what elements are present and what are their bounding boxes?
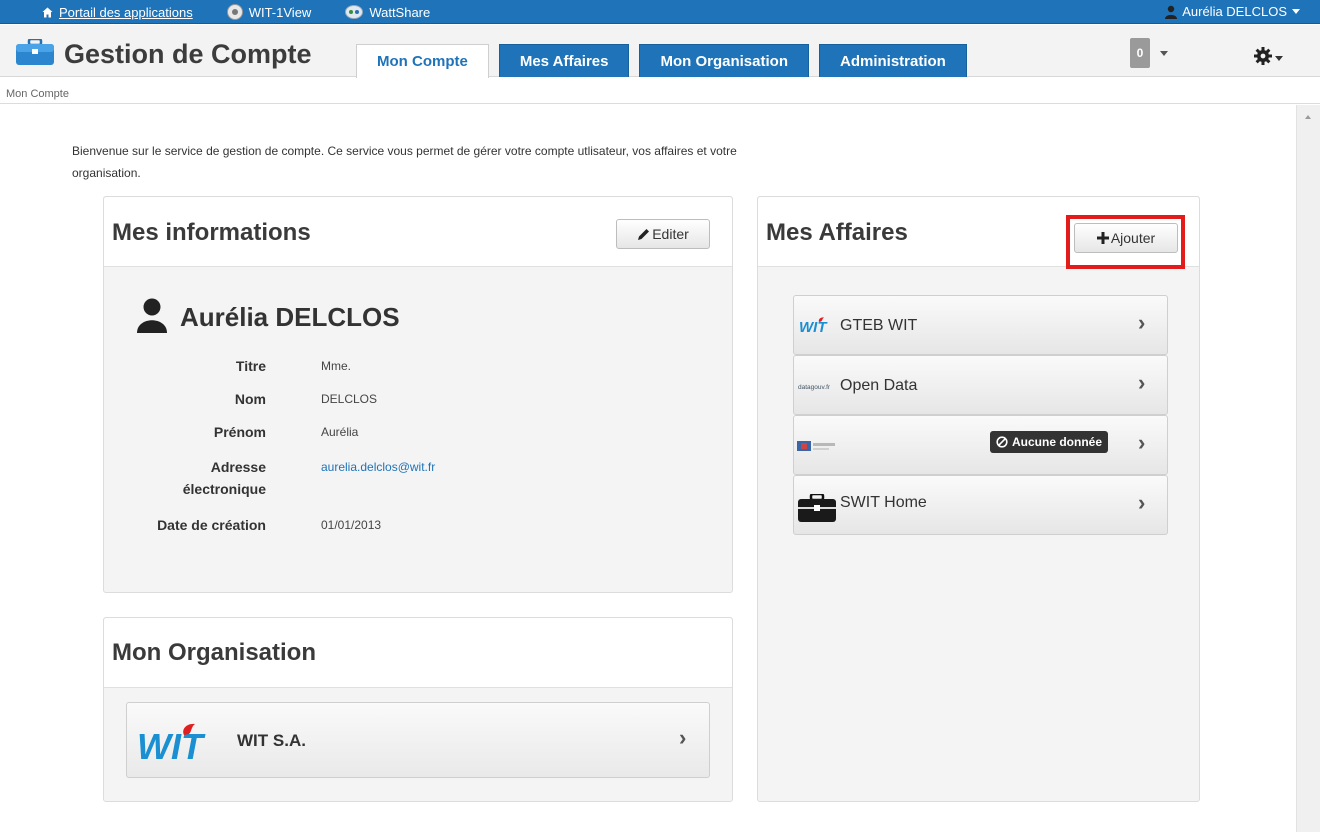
affaire-label: SWIT Home — [840, 494, 927, 511]
edit-button[interactable]: Editer — [616, 219, 710, 249]
chevron-right-icon: › — [1138, 310, 1146, 335]
no-data-badge: Aucune donnée — [990, 431, 1109, 453]
wit1view-label: WIT-1View — [248, 4, 312, 20]
ban-icon — [996, 436, 1008, 448]
field-value: Aurélia — [321, 425, 359, 439]
tab-administration[interactable]: Administration — [818, 44, 967, 77]
page-title: Gestion de Compte — [64, 39, 312, 69]
affaire-label: Open Data — [840, 377, 918, 394]
header: Gestion de Compte Mon Compte Mes Affaire… — [0, 25, 1320, 78]
main-tabs: Mon Compte Mes Affaires Mon Organisation… — [356, 44, 967, 78]
wit-logo-icon: WIT — [799, 316, 839, 339]
user-icon — [1164, 5, 1178, 19]
wit-logo-text: WIT — [799, 319, 828, 334]
organisation-name: WIT S.A. — [237, 731, 306, 750]
intro-text: Bienvenue sur le service de gestion de c… — [72, 144, 737, 180]
briefcase-icon — [798, 492, 836, 527]
panel-header: Mes informations Editer — [104, 197, 732, 267]
edit-button-label: Editer — [652, 226, 689, 242]
wattshare-link[interactable]: WattShare — [345, 5, 430, 20]
chevron-down-icon — [1275, 56, 1283, 61]
no-data-badge-label: Aucune donnée — [1012, 435, 1103, 449]
app-title: Gestion de Compte — [16, 37, 312, 70]
email-link[interactable]: aurelia.delclos@wit.fr — [321, 456, 435, 478]
user-name: Aurélia DELCLOS — [1182, 4, 1287, 19]
tab-mes-affaires[interactable]: Mes Affaires — [498, 44, 630, 77]
affaire-item-open-data[interactable]: datagouv.fr Open Data › — [793, 355, 1168, 415]
portal-link[interactable]: Portail des applications — [42, 5, 193, 20]
scroll-up-arrow-icon[interactable] — [1305, 115, 1311, 119]
field-label-line1: Adresse — [210, 459, 266, 475]
breadcrumb-bar: Mon Compte — [0, 78, 1320, 104]
field-value: DELCLOS — [321, 392, 378, 406]
datagouv-logo-text: datagouv.fr — [798, 384, 831, 391]
affaire-label: GTEB WIT — [840, 317, 918, 334]
chevron-down-icon — [1160, 50, 1168, 56]
wattshare-label: WattShare — [369, 4, 431, 20]
organisation-item[interactable]: WIT WIT S.A. › — [126, 702, 710, 778]
tab-mon-organisation[interactable]: Mon Organisation — [639, 44, 809, 77]
panel-header: Mes Affaires Ajouter — [758, 197, 1199, 267]
add-button-label: Ajouter — [1110, 230, 1156, 246]
mes-informations-title: Mes informations — [112, 219, 311, 246]
institution-logo-icon — [797, 439, 837, 458]
chevron-right-icon: › — [1138, 490, 1146, 515]
field-label-line2: électronique — [182, 481, 266, 497]
tab-mon-compte[interactable]: Mon Compte — [356, 44, 489, 78]
field-label: Adresse électronique — [66, 456, 266, 500]
wattshare-icon — [345, 5, 364, 19]
top-app-bar: Portail des applications WIT-1View WattS… — [0, 0, 1320, 24]
chevron-down-icon — [1292, 9, 1300, 14]
plus-icon — [1096, 232, 1109, 244]
mes-affaires-title: Mes Affaires — [766, 219, 908, 246]
mon-organisation-panel: Mon Organisation WIT WIT S.A. › — [103, 617, 733, 802]
notification-count: 0 — [1130, 38, 1150, 68]
user-icon — [136, 297, 168, 338]
scrollbar[interactable] — [1296, 105, 1320, 832]
field-label: Date de création — [157, 517, 266, 533]
mes-informations-panel: Mes informations Editer Aurélia DELCLOS … — [103, 196, 733, 593]
person-header: Aurélia DELCLOS — [136, 297, 400, 338]
user-menu[interactable]: Aurélia DELCLOS — [1164, 4, 1300, 19]
briefcase-icon — [16, 37, 54, 70]
wit1view-icon — [226, 4, 243, 20]
field-value: 01/01/2013 — [321, 518, 382, 532]
field-label: Prénom — [213, 424, 266, 440]
settings-menu[interactable] — [1254, 47, 1283, 70]
portal-link-label: Portail des applications — [59, 4, 193, 20]
field-value: Mme. — [321, 359, 351, 373]
add-affaire-button[interactable]: Ajouter — [1074, 223, 1178, 253]
affaire-item-swit-home[interactable]: SWIT Home › — [793, 475, 1168, 535]
mon-organisation-title: Mon Organisation — [112, 639, 316, 666]
field-label: Nom — [234, 391, 266, 407]
home-icon — [42, 7, 53, 18]
chevron-right-icon: › — [1138, 430, 1146, 455]
breadcrumb: Mon Compte — [6, 88, 69, 100]
wit-logo-text: WIT — [137, 726, 206, 761]
person-name: Aurélia DELCLOS — [180, 302, 400, 332]
chevron-right-icon: › — [679, 725, 687, 750]
affaire-item-gteb-wit[interactable]: WIT GTEB WIT › — [793, 295, 1168, 355]
wit-logo-icon: WIT — [137, 721, 222, 767]
pencil-icon — [637, 228, 650, 241]
chevron-right-icon: › — [1138, 370, 1146, 395]
field-label: Titre — [235, 358, 266, 374]
mes-affaires-panel: Mes Affaires Ajouter WIT GTEB WIT › data… — [757, 196, 1200, 802]
gear-icon — [1254, 47, 1272, 70]
app-links: Portail des applications WIT-1View WattS… — [42, 4, 464, 20]
datagouv-logo-icon: datagouv.fr — [798, 379, 842, 397]
affaire-item-no-data[interactable]: Aucune donnée › — [793, 415, 1168, 475]
notifications-dropdown[interactable]: 0 — [1130, 38, 1168, 68]
wit1view-link[interactable]: WIT-1View — [226, 4, 312, 20]
panel-header: Mon Organisation — [104, 618, 732, 688]
